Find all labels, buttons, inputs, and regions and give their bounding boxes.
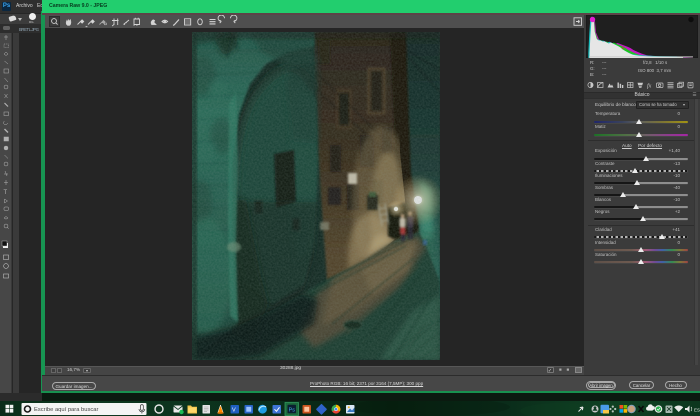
svg-text:Escribe aquí para buscar: Escribe aquí para buscar — [34, 407, 99, 413]
svg-text:ES: ES — [694, 407, 700, 412]
svg-text:fx: fx — [647, 83, 652, 90]
svg-text:T: T — [4, 190, 8, 196]
svg-text:Ps: Ps — [289, 407, 296, 413]
svg-text:V: V — [232, 407, 236, 413]
